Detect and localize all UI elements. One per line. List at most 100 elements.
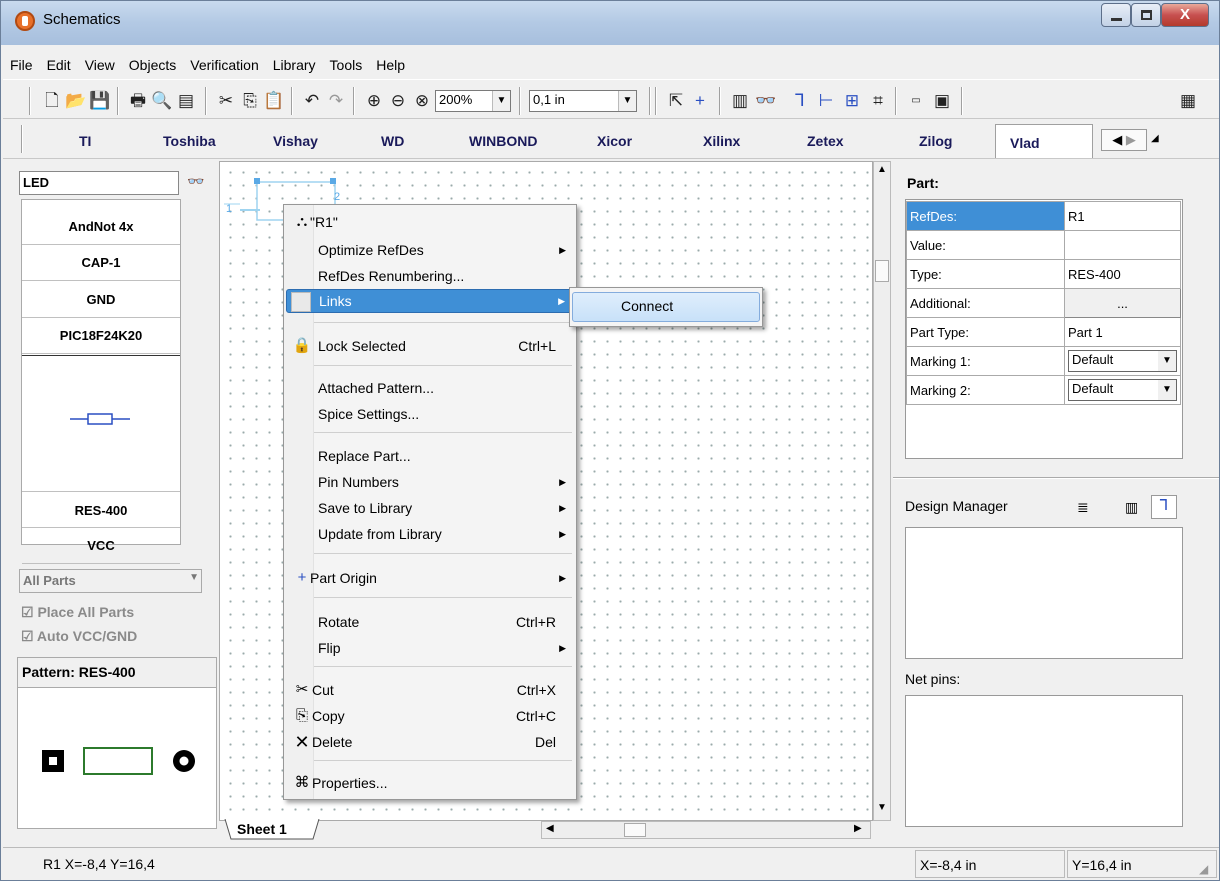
menu-item-properties[interactable]: ⌘ Properties... [286, 770, 574, 796]
scroll-down-icon[interactable]: ▼ [877, 802, 887, 813]
menu-help[interactable]: Help [369, 55, 412, 75]
part-search-input[interactable]: LED [19, 171, 179, 195]
menu-file[interactable]: File [3, 55, 40, 75]
undo-icon[interactable]: ↶ [301, 90, 323, 112]
scroll-right-icon[interactable]: ▶ [854, 823, 862, 834]
marking2-select[interactable]: Default ▼ [1068, 379, 1177, 401]
redo-icon[interactable]: ↷ [325, 90, 347, 112]
chevron-down-icon[interactable]: ▼ [1158, 351, 1176, 371]
library-tab[interactable]: WD [381, 133, 404, 149]
zoom-out-icon[interactable]: ⊖ [387, 90, 409, 112]
part-origin-icon[interactable]: + [689, 90, 711, 112]
tab-sheet-1[interactable]: Sheet 1 [223, 819, 323, 841]
chevron-down-icon[interactable]: ▼ [1158, 380, 1176, 400]
menu-item-delete[interactable]: ✕ Delete Del [286, 729, 574, 755]
close-button[interactable]: X [1161, 3, 1209, 27]
parts-view-icon[interactable]: ▥ [1125, 499, 1138, 516]
part-list-item[interactable]: PIC18F24K20 [22, 317, 180, 354]
cut-icon[interactable]: ✂ [215, 90, 237, 112]
save-icon[interactable]: 💾 [89, 90, 111, 112]
place-all-parts-checkbox[interactable]: ☑ Place All Parts [21, 604, 134, 621]
part-list-item[interactable]: CAP-1 [22, 244, 180, 281]
menu-item-update-from-library[interactable]: Update from Library ▶ [286, 521, 574, 547]
menu-library[interactable]: Library [266, 55, 323, 75]
horizontal-scroll-thumb[interactable] [624, 823, 646, 837]
library-tab[interactable]: WINBOND [469, 133, 537, 149]
menu-item-refdes-renumbering[interactable]: RefDes Renumbering... [286, 263, 574, 289]
chevron-down-icon[interactable]: ▼ [492, 91, 510, 111]
menu-item-cut[interactable]: ✂ Cut Ctrl+X [286, 677, 574, 703]
zoom-fit-icon[interactable]: ⊗ [411, 90, 433, 112]
arrow-right-icon[interactable]: ▶ [1126, 132, 1136, 147]
menu-item-spice-settings[interactable]: Spice Settings... [286, 401, 574, 427]
title-bar[interactable]: Schematics X [1, 1, 1219, 45]
library-tab[interactable]: Zilog [919, 133, 952, 149]
library-tab[interactable]: Xilinx [703, 133, 740, 149]
menu-item-copy[interactable]: ⎘ Copy Ctrl+C [286, 703, 574, 729]
report-icon[interactable]: ▤ [175, 90, 197, 112]
scroll-up-icon[interactable]: ▲ [877, 164, 887, 175]
panel-splitter[interactable] [893, 477, 1219, 479]
toolbar-dropdown-icon[interactable]: ◢ [1151, 133, 1159, 144]
bus-icon[interactable]: ⊢ [815, 90, 837, 112]
library-tab[interactable]: Xicor [597, 133, 632, 149]
design-manager-list[interactable] [905, 527, 1183, 659]
part-list-item-selected[interactable]: RES-400 [22, 491, 180, 528]
table-icon[interactable]: ▦ [1177, 90, 1199, 112]
menu-item-part-origin[interactable]: + Part Origin ▶ [286, 565, 574, 591]
library-tab[interactable]: Zetex [807, 133, 844, 149]
scroll-left-icon[interactable]: ◀ [546, 823, 554, 834]
value-field[interactable] [1064, 230, 1181, 260]
part-list-item[interactable]: VCC [22, 527, 180, 564]
menu-item-pin-numbers[interactable]: Pin Numbers ▶ [286, 469, 574, 495]
net-pins-list[interactable] [905, 695, 1183, 827]
menu-verification[interactable]: Verification [183, 55, 265, 75]
paste-icon[interactable]: 📋 [263, 90, 285, 112]
maximize-button[interactable] [1131, 3, 1161, 27]
grid-select[interactable]: 0,1 in ▼ [529, 90, 637, 112]
canvas-horizontal-scrollbar[interactable]: ◀ ▶ [541, 821, 871, 839]
zoom-select[interactable]: 200% ▼ [435, 90, 511, 112]
menu-item-connect[interactable]: Connect [572, 292, 760, 322]
parts-filter-select[interactable]: All Parts ▼ [19, 569, 202, 593]
copy-icon[interactable]: ⎘ [239, 90, 261, 112]
print-icon[interactable]: 🖶 [127, 90, 149, 112]
menu-item-title[interactable]: ⛬ "R1" [286, 209, 574, 235]
part-list-item[interactable]: GND [22, 281, 180, 318]
zoom-in-icon[interactable]: ⊕ [363, 90, 385, 112]
resize-grip-icon[interactable]: ◢ [1199, 862, 1208, 876]
part-type-field[interactable]: Part 1 [1064, 317, 1181, 347]
part-list-item[interactable]: AndNot 4x [22, 208, 180, 245]
menu-item-attached-pattern[interactable]: Attached Pattern... [286, 375, 574, 401]
menu-item-rotate[interactable]: Rotate Ctrl+R [286, 609, 574, 635]
chip-icon[interactable]: ▣ [931, 90, 953, 112]
hierarchy-icon[interactable]: ▭ [905, 90, 927, 112]
auto-vcc-checkbox[interactable]: ☑ Auto VCC/GND [21, 628, 137, 645]
vertical-scroll-thumb[interactable] [875, 260, 889, 282]
chevron-down-icon[interactable]: ▼ [618, 91, 636, 111]
canvas-vertical-scrollbar[interactable]: ▲ ▼ [873, 161, 891, 821]
arrow-left-icon[interactable]: ◀ [1112, 132, 1122, 147]
minimize-button[interactable] [1101, 3, 1131, 27]
menu-item-flip[interactable]: Flip ▶ [286, 635, 574, 661]
net-icon[interactable]: ⊞ [841, 90, 863, 112]
menu-objects[interactable]: Objects [122, 55, 183, 75]
marking1-select[interactable]: Default ▼ [1068, 350, 1177, 372]
chevron-down-icon[interactable]: ▼ [189, 572, 199, 583]
nets-view-icon[interactable]: ⅂ [1151, 495, 1177, 519]
tab-scroll-arrows[interactable]: ◀ ▶ [1101, 129, 1147, 151]
menu-view[interactable]: View [78, 55, 122, 75]
menu-item-save-to-library[interactable]: Save to Library ▶ [286, 495, 574, 521]
refdes-field[interactable]: R1 [1064, 201, 1181, 231]
new-file-icon[interactable]: 🗋 [41, 90, 63, 112]
properties-icon[interactable]: ⌗ [867, 90, 889, 112]
find-binoculars-icon[interactable]: 👓 [755, 90, 777, 112]
library-tab[interactable]: TI [79, 133, 91, 149]
menu-item-replace-part[interactable]: Replace Part... [286, 443, 574, 469]
library-tab[interactable]: Toshiba [163, 133, 216, 149]
wire-icon[interactable]: ⅂ [789, 90, 811, 112]
library-tab-active[interactable]: Vlad [995, 124, 1093, 158]
list-view-icon[interactable]: ≣ [1077, 499, 1089, 516]
menu-item-links[interactable]: Links ▶ [286, 289, 574, 313]
print-preview-icon[interactable]: 🔍 [151, 90, 173, 112]
